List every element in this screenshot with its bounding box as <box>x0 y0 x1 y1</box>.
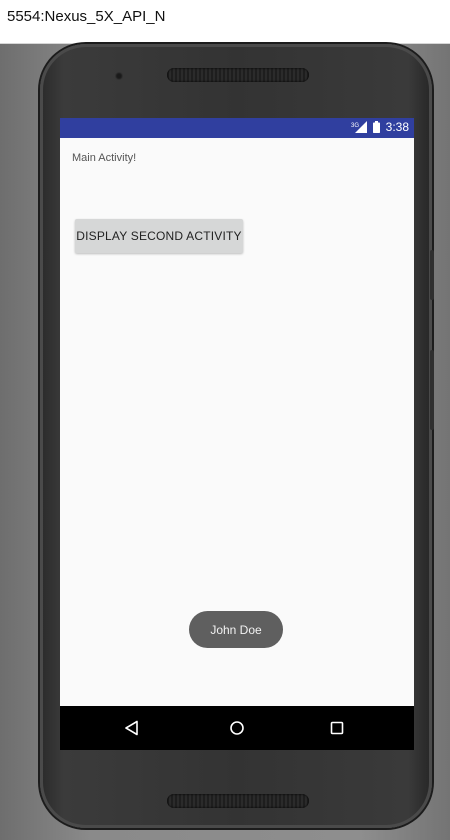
battery-icon <box>372 121 380 133</box>
back-icon[interactable] <box>120 716 144 740</box>
recents-icon[interactable] <box>325 716 349 740</box>
emulator-window: 5554:Nexus_5X_API_N 3G 3:38 Main Activit… <box>0 0 450 840</box>
power-button[interactable] <box>430 250 434 300</box>
status-bar: 3G 3:38 <box>60 118 414 138</box>
status-icons: 3G 3:38 <box>351 120 409 134</box>
signal-icon: 3G <box>351 121 367 133</box>
window-title: 5554:Nexus_5X_API_N <box>7 8 166 25</box>
top-speaker <box>167 68 309 82</box>
device-screen: 3G 3:38 Main Activity! DISPLAY SECOND AC… <box>60 118 414 750</box>
navigation-bar <box>60 706 414 750</box>
volume-rocker[interactable] <box>430 350 434 430</box>
window-titlebar: 5554:Nexus_5X_API_N <box>0 0 450 44</box>
camera-icon <box>115 72 123 80</box>
home-icon[interactable] <box>225 716 249 740</box>
status-time: 3:38 <box>385 120 409 134</box>
bottom-speaker <box>167 794 309 808</box>
network-type-label: 3G <box>351 123 359 129</box>
main-activity-label: Main Activity! <box>72 152 137 164</box>
phone-body: 3G 3:38 Main Activity! DISPLAY SECOND AC… <box>40 44 432 828</box>
toast-message: John Doe <box>189 611 283 648</box>
display-second-activity-button[interactable]: DISPLAY SECOND ACTIVITY <box>75 219 243 253</box>
